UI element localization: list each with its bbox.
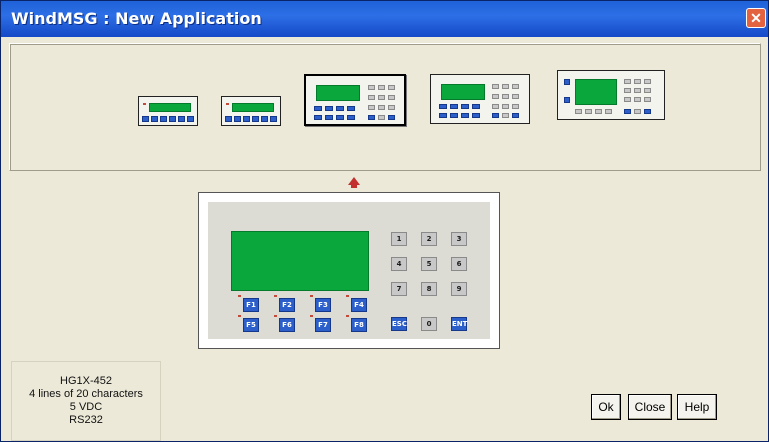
close-button[interactable]: Close — [628, 394, 672, 420]
key-8: 8 — [421, 282, 437, 296]
device-info-panel: HG1X-452 4 lines of 20 characters 5 VDC … — [11, 361, 161, 441]
key-f6: F6 — [279, 318, 295, 332]
device-lcd-display — [231, 231, 369, 291]
device-faceplate: F1 F2 F3 F4 F5 F6 F7 F8 1 2 3 4 5 6 7 8 … — [208, 202, 490, 339]
key-ent: ENT — [451, 317, 467, 331]
key-f3: F3 — [315, 298, 331, 312]
help-button[interactable]: Help — [677, 394, 717, 420]
key-f7: F7 — [315, 318, 331, 332]
key-4: 4 — [391, 257, 407, 271]
device-comm-spec: RS232 — [69, 414, 103, 426]
app-window: WindMSG : New Application ✕ F1 F2 F3 F4 … — [0, 0, 769, 442]
device-power-spec: 5 VDC — [69, 401, 103, 413]
key-f1: F1 — [243, 298, 259, 312]
close-icon[interactable]: ✕ — [746, 8, 766, 28]
key-7: 7 — [391, 282, 407, 296]
key-f4: F4 — [351, 298, 367, 312]
key-9: 9 — [451, 282, 467, 296]
key-f5: F5 — [243, 318, 259, 332]
model-thumbnail-2[interactable] — [221, 96, 281, 126]
model-thumbnail-3-selected[interactable] — [304, 74, 406, 126]
device-preview: F1 F2 F3 F4 F5 F6 F7 F8 1 2 3 4 5 6 7 8 … — [198, 192, 500, 349]
key-6: 6 — [451, 257, 467, 271]
key-esc: ESC — [391, 317, 407, 331]
key-2: 2 — [421, 232, 437, 246]
window-title: WindMSG : New Application — [11, 9, 262, 28]
ok-button[interactable]: Ok — [591, 394, 621, 420]
key-5: 5 — [421, 257, 437, 271]
device-display-spec: 4 lines of 20 characters — [29, 388, 143, 400]
device-model: HG1X-452 — [60, 375, 112, 387]
model-picker — [9, 43, 761, 188]
title-bar[interactable]: WindMSG : New Application ✕ — [1, 1, 768, 37]
selection-arrow-stem — [351, 184, 357, 188]
model-thumbnail-5[interactable] — [557, 70, 665, 120]
key-1: 1 — [391, 232, 407, 246]
model-thumbnail-4[interactable] — [430, 74, 530, 124]
model-thumbnail-1[interactable] — [138, 96, 198, 126]
key-f2: F2 — [279, 298, 295, 312]
key-f8: F8 — [351, 318, 367, 332]
key-0: 0 — [421, 317, 437, 331]
key-3: 3 — [451, 232, 467, 246]
